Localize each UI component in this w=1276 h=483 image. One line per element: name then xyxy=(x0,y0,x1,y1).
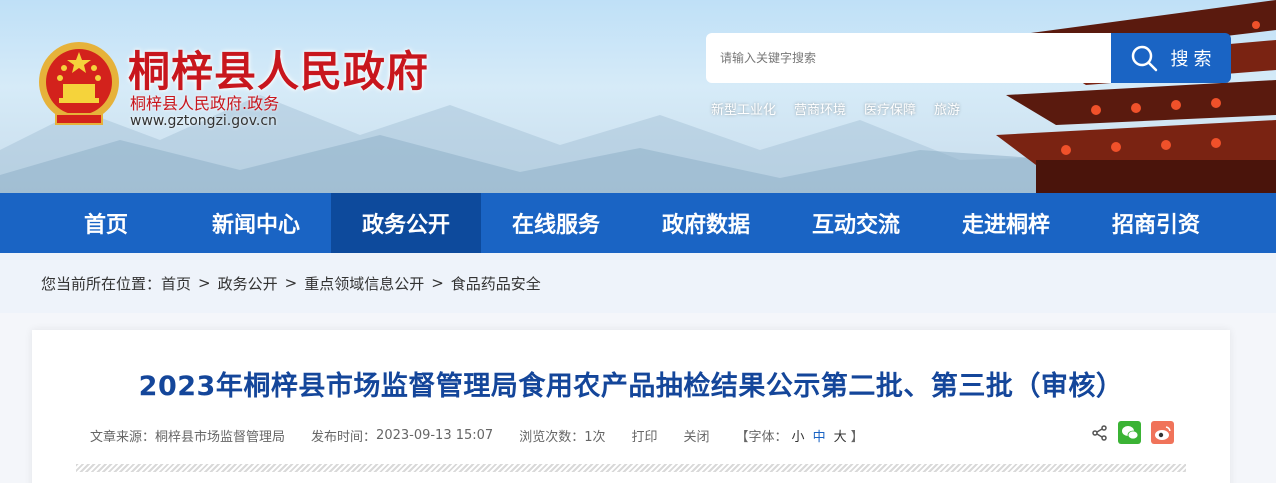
font-size-medium[interactable]: 中 xyxy=(813,426,826,445)
views-label: 浏览次数： xyxy=(519,430,585,445)
site-url: www.gztongzi.gov.cn xyxy=(130,113,277,129)
nav-item-about[interactable]: 走进桐梓 xyxy=(931,193,1081,253)
breadcrumb-item[interactable]: 政务公开 xyxy=(218,273,278,294)
breadcrumb-prefix: 您当前所在位置： xyxy=(41,274,162,293)
national-emblem-icon xyxy=(39,42,119,125)
share-bar xyxy=(1092,421,1174,444)
hot-words: 新型工业化 营商环境 医疗保障 旅游 xyxy=(711,99,960,118)
site-subtitle: 桐梓县人民政府.政务 xyxy=(130,94,280,113)
source-value: 桐梓县市场监督管理局 xyxy=(155,430,286,445)
nav-item-gov-data[interactable]: 政府数据 xyxy=(631,193,781,253)
article-title: 2023年桐梓县市场监督管理局食用农产品抽检结果公示第二批、第三批（审核） xyxy=(138,371,1124,402)
font-size-small[interactable]: 小 xyxy=(792,426,805,445)
search-button[interactable]: 搜 索 xyxy=(1111,33,1231,83)
main-nav: 首页 新闻中心 政务公开 在线服务 政府数据 互动交流 走进桐梓 招商引资 xyxy=(0,193,1276,253)
search-button-label: 搜 索 xyxy=(1170,49,1212,69)
breadcrumb: 您当前所在位置： 首页 > 政务公开 > 重点领域信息公开 > 食品药品安全 xyxy=(0,253,1276,313)
search-icon xyxy=(1132,45,1158,72)
site-header: 桐梓县人民政府 桐梓县人民政府.政务 www.gztongzi.gov.cn 搜… xyxy=(0,0,1276,193)
share-icon[interactable] xyxy=(1092,424,1108,441)
article-panel: 2023年桐梓县市场监督管理局食用农产品抽检结果公示第二批、第三批（审核） 文章… xyxy=(32,330,1230,483)
nav-item-home[interactable]: 首页 xyxy=(31,193,181,253)
date-label: 发布时间： xyxy=(311,430,377,445)
nav-item-news[interactable]: 新闻中心 xyxy=(181,193,331,253)
pavilion-illustration xyxy=(996,0,1276,193)
search-input[interactable] xyxy=(706,33,1112,83)
nav-item-investment[interactable]: 招商引资 xyxy=(1081,193,1231,253)
close-link[interactable]: 关闭 xyxy=(684,426,710,445)
hot-word-link[interactable]: 旅游 xyxy=(934,99,960,118)
breadcrumb-separator: > xyxy=(198,274,211,292)
hot-word-link[interactable]: 医疗保障 xyxy=(864,99,916,118)
breadcrumb-separator: > xyxy=(284,274,298,292)
nav-item-interaction[interactable]: 互动交流 xyxy=(781,193,931,253)
breadcrumb-item[interactable]: 首页 xyxy=(161,273,191,294)
article-meta: 文章来源： 桐梓县市场监督管理局 发布时间： 2023-09-13 15:07 … xyxy=(90,426,864,445)
breadcrumb-item[interactable]: 重点领域信息公开 xyxy=(304,273,424,294)
hot-word-link[interactable]: 新型工业化 xyxy=(711,99,776,118)
source-label: 文章来源： xyxy=(90,430,156,445)
breadcrumb-item[interactable]: 食品药品安全 xyxy=(451,273,541,294)
wechat-icon[interactable] xyxy=(1118,421,1141,444)
nav-item-online-service[interactable]: 在线服务 xyxy=(481,193,631,253)
weibo-icon[interactable] xyxy=(1151,421,1174,444)
print-link[interactable]: 打印 xyxy=(632,426,658,445)
views-value: 1次 xyxy=(584,430,606,445)
font-size-large[interactable]: 大 xyxy=(834,426,847,445)
nav-item-gov-affairs[interactable]: 政务公开 xyxy=(331,193,481,253)
hot-word-link[interactable]: 营商环境 xyxy=(794,99,846,118)
title-divider xyxy=(76,464,1186,472)
date-value: 2023-09-13 15:07 xyxy=(376,428,494,443)
font-size-label: 【字体： xyxy=(735,430,788,445)
breadcrumb-separator: > xyxy=(431,274,444,292)
font-size-end: 】 xyxy=(850,430,864,445)
